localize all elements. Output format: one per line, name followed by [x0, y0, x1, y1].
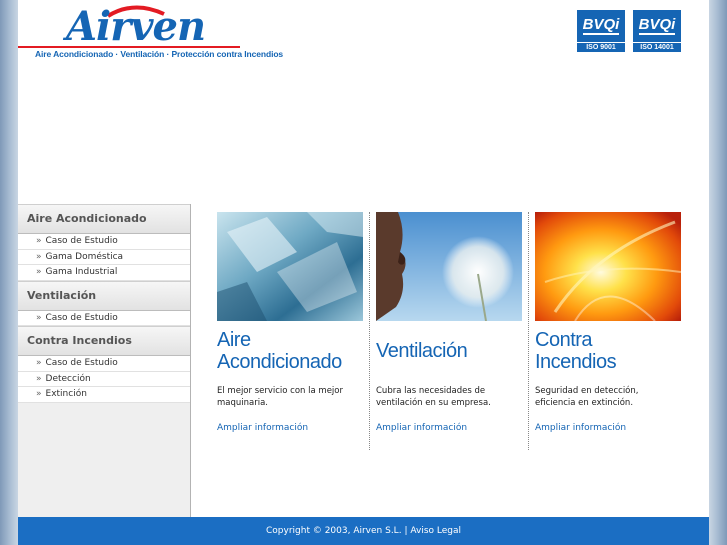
- arrow-icon: »: [36, 373, 42, 384]
- column-divider: [528, 212, 529, 450]
- more-info-link[interactable]: Ampliar información: [217, 423, 363, 433]
- dandelion-photo[interactable]: [376, 212, 522, 321]
- arrow-icon: »: [36, 389, 42, 399]
- feature-description: Seguridad en detección, eficiencia en ex…: [535, 386, 639, 408]
- bvqi-mark: BVQi: [638, 16, 676, 35]
- sidebar-item-extincion[interactable]: » Extinción: [18, 387, 190, 403]
- cert-iso-9001: BVQi ISO 9001: [577, 10, 625, 52]
- footer-separator: |: [404, 526, 408, 536]
- sidebar-item-deteccion[interactable]: » Detección: [18, 371, 190, 387]
- footer: Copyright © 2003, Airven S.L. | Aviso Le…: [18, 517, 709, 545]
- arrow-icon: »: [36, 267, 42, 277]
- page: Airven Aire Acondicionado · Ventilación …: [18, 0, 709, 545]
- sidebar-section-ventilacion[interactable]: Ventilación: [18, 280, 190, 311]
- feature-description: Cubra las necesidades de ventilación en …: [376, 386, 491, 408]
- sidebar-section-aire[interactable]: Aire Acondicionado: [18, 204, 190, 234]
- logo-wordmark: Airven: [66, 3, 206, 50]
- sidebar-section-incendios[interactable]: Contra Incendios: [18, 326, 190, 356]
- logo-underline: [18, 46, 240, 48]
- feature-aire: Aire Acondicionado El mejor servicio con …: [217, 212, 363, 433]
- sidebar-item-gama-domestica[interactable]: » Gama Doméstica: [18, 249, 190, 265]
- fire-photo[interactable]: [535, 212, 681, 321]
- cert-label: ISO 14001: [633, 43, 681, 52]
- ice-photo[interactable]: [217, 212, 363, 321]
- feature-ventilacion: Ventilación Cubra las necesidades de ven…: [376, 212, 522, 433]
- arrow-icon: »: [36, 236, 42, 246]
- more-info-link[interactable]: Ampliar información: [535, 423, 681, 433]
- copyright-text: Copyright © 2003, Airven S.L.: [266, 526, 402, 536]
- arrow-icon: »: [36, 358, 42, 368]
- sidebar-item-caso-estudio[interactable]: » Caso de Estudio: [18, 356, 190, 372]
- arrow-icon: »: [36, 312, 42, 323]
- sidebar-item-caso-estudio[interactable]: » Caso de Estudio: [18, 310, 190, 326]
- bvqi-mark: BVQi: [582, 16, 620, 35]
- sidebar-item-gama-industrial[interactable]: » Gama Industrial: [18, 265, 190, 281]
- cert-label: ISO 9001: [577, 43, 625, 52]
- arrow-icon: »: [36, 251, 42, 262]
- feature-incendios: Contra Incendios Seguridad en detección, …: [535, 212, 681, 433]
- legal-link[interactable]: Aviso Legal: [410, 526, 461, 536]
- sidebar-nav: Aire Acondicionado » Caso de Estudio » Gam…: [18, 204, 191, 517]
- feature-title: Contra Incendios: [535, 329, 617, 373]
- column-divider: [369, 212, 370, 450]
- cert-iso-14001: BVQi ISO 14001: [633, 10, 681, 52]
- feature-description: El mejor servicio con la mejor maquinari…: [217, 386, 343, 408]
- airven-logo[interactable]: Airven Aire Acondicionado · Ventilación …: [18, 3, 283, 60]
- logo-tagline: Aire Acondicionado · Ventilación · Prote…: [35, 49, 284, 59]
- more-info-link[interactable]: Ampliar información: [376, 423, 522, 433]
- feature-title: Ventilación: [376, 340, 468, 362]
- sidebar-item-caso-estudio[interactable]: » Caso de Estudio: [18, 234, 190, 250]
- feature-title: Aire Acondicionado: [217, 329, 342, 373]
